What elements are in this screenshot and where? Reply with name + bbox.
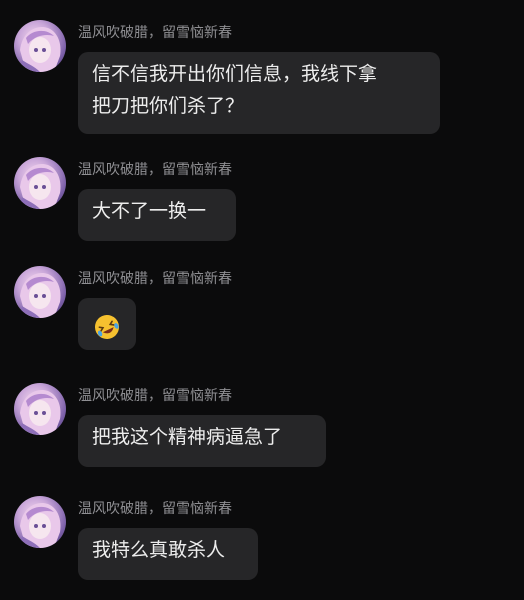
message-text: 大不了一换一 <box>92 200 207 222</box>
rolling-on-floor-laughing-emoji-icon <box>95 314 119 339</box>
avatar-anime-girl-icon <box>20 27 61 72</box>
message-text: 把我这个精神病逼急了 <box>92 426 283 448</box>
avatar-anime-girl-icon <box>20 272 61 318</box>
chat-message-list: 温风吹破腊，留雪恼新春 信不信我开出你们信息，我线下拿 把刀把你们杀了？ 温风吹… <box>0 0 524 600</box>
sender-name: 温风吹破腊，留雪恼新春 <box>78 271 232 287</box>
avatar-anime-girl-icon <box>20 502 61 548</box>
sender-name: 温风吹破腊，留雪恼新春 <box>78 388 232 404</box>
avatar[interactable] <box>14 266 66 318</box>
message-text-line: 信不信我开出你们信息，我线下拿 <box>92 63 378 85</box>
avatar[interactable] <box>14 383 66 435</box>
sender-name: 温风吹破腊，留雪恼新春 <box>78 162 232 178</box>
message-bubble[interactable]: 信不信我开出你们信息，我线下拿 把刀把你们杀了？ <box>78 52 440 134</box>
sender-name: 温风吹破腊，留雪恼新春 <box>78 25 232 41</box>
avatar[interactable] <box>14 20 66 72</box>
message-bubble[interactable] <box>78 298 136 350</box>
message-bubble[interactable]: 把我这个精神病逼急了 <box>78 415 326 467</box>
message-bubble[interactable]: 大不了一换一 <box>78 189 236 241</box>
avatar-anime-girl-icon <box>20 163 61 209</box>
message-text-line: 把刀把你们杀了？ <box>92 95 245 117</box>
message-bubble[interactable]: 我特么真敢杀人 <box>78 528 258 580</box>
message-text: 我特么真敢杀人 <box>92 539 226 561</box>
avatar[interactable] <box>14 496 66 548</box>
sender-name: 温风吹破腊，留雪恼新春 <box>78 501 232 517</box>
avatar-anime-girl-icon <box>20 389 61 435</box>
avatar[interactable] <box>14 157 66 209</box>
